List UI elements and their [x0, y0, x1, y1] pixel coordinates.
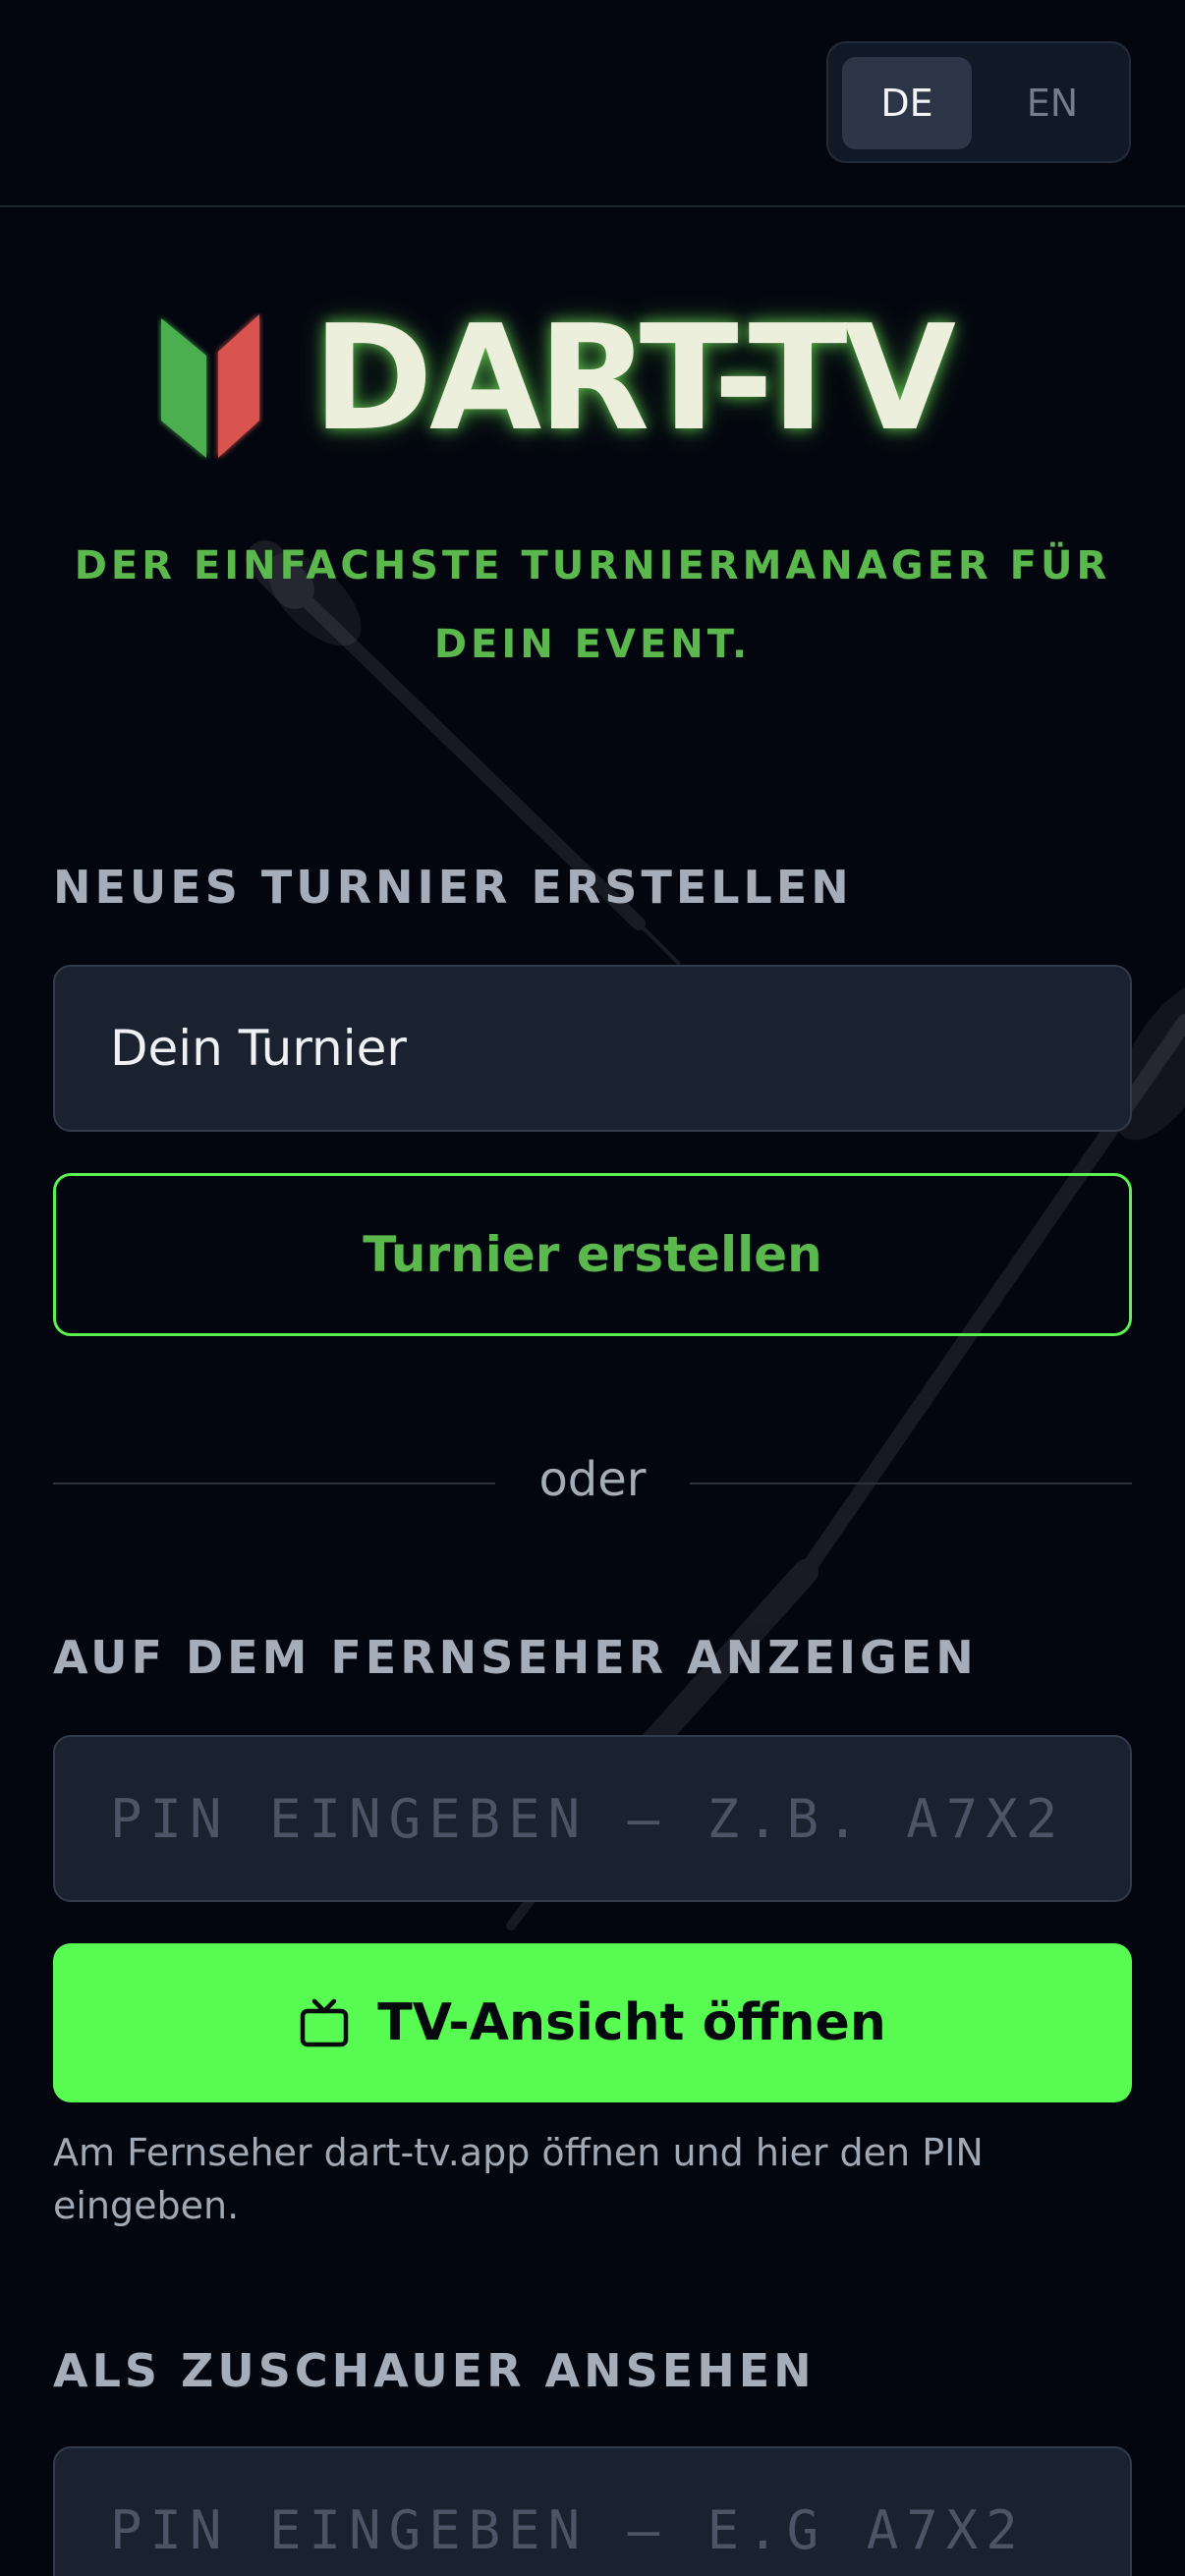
create-tournament-button[interactable]: Turnier erstellen — [53, 1173, 1132, 1336]
logo-flag-icon — [161, 314, 259, 458]
language-de-button[interactable]: DE — [842, 57, 972, 149]
create-tournament-heading: NEUES TURNIER ERSTELLEN — [53, 861, 853, 914]
tagline-line-1: DER EINFACHSTE TURNIERMANAGER FÜR — [74, 543, 1111, 588]
tagline-line-2: DEIN EVENT. — [433, 622, 752, 667]
separator-line-left — [53, 1483, 495, 1484]
language-switcher: DE EN — [826, 41, 1131, 163]
tv-icon — [300, 1998, 349, 2047]
tv-view-hint: Am Fernseher dart-tv.app öffnen und hier… — [53, 2131, 984, 2227]
viewer-heading: ALS ZUSCHAUER ANSEHEN — [53, 2344, 816, 2397]
separator-label: oder — [538, 1452, 647, 1507]
viewer-pin-placeholder: PIN EINGEBEN — E.G A7X2 — [110, 2498, 1026, 2561]
tv-view-heading: AUF DEM FERNSEHER ANZEIGEN — [53, 1631, 978, 1684]
separator-line-right — [690, 1483, 1132, 1484]
brand-logo-text: DART-TV — [312, 294, 956, 463]
brand-tagline: DER EINFACHSTE TURNIERMANAGER FÜR DEIN E… — [53, 527, 1132, 684]
tournament-name-input[interactable]: Dein Turnier — [53, 965, 1132, 1132]
tv-pin-placeholder: PIN EINGEBEN — Z.B. A7X2 — [110, 1787, 1066, 1850]
viewer-pin-input[interactable]: PIN EINGEBEN — E.G A7X2 — [53, 2446, 1132, 2576]
header-divider — [0, 205, 1185, 207]
tv-pin-input[interactable]: PIN EINGEBEN — Z.B. A7X2 — [53, 1735, 1132, 1902]
tournament-name-value: Dein Turnier — [110, 1020, 407, 1077]
open-tv-view-label: TV-Ansicht öffnen — [377, 1993, 886, 2052]
language-en-button[interactable]: EN — [988, 57, 1117, 149]
open-tv-view-button[interactable]: TV-Ansicht öffnen — [53, 1943, 1132, 2102]
